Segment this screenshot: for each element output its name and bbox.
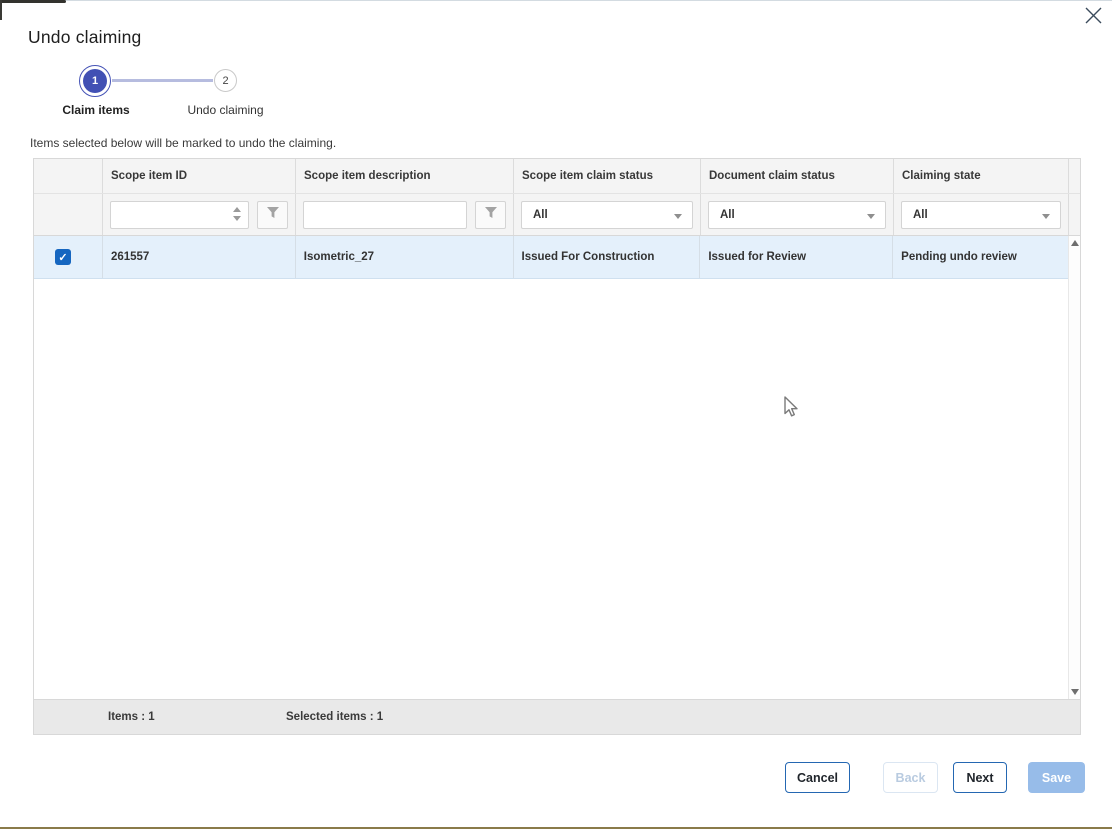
filter-cell-scope-item-claim-status: All: [514, 194, 701, 235]
filter-cell-scope-item-id: [103, 194, 296, 235]
header-claiming-state[interactable]: Claiming state: [894, 159, 1069, 193]
filter-scrollbar-spacer: [1069, 194, 1080, 235]
row-checkbox-cell: ✓: [34, 236, 103, 278]
chevron-down-icon: [867, 213, 875, 219]
dropdown-selected-value: All: [913, 208, 928, 221]
claim-items-table: Scope item ID Scope item description Sco…: [33, 158, 1081, 735]
cancel-button[interactable]: Cancel: [785, 762, 850, 793]
table-body: ✓ 261557 Isometric_27 Issued For Constru…: [34, 236, 1080, 699]
scope-item-description-filter-input[interactable]: [303, 200, 467, 229]
scope-item-description-filter-button[interactable]: [475, 200, 506, 229]
chevron-down-icon: [1042, 213, 1050, 219]
close-icon: [1084, 6, 1103, 28]
filter-icon: [266, 206, 280, 224]
table-footer: Items : 1 Selected items : 1: [34, 699, 1080, 734]
spinner-up-icon[interactable]: [233, 206, 241, 212]
number-spinner[interactable]: [233, 206, 241, 221]
check-icon: ✓: [58, 251, 68, 264]
filter-cell-scope-item-description: [296, 194, 514, 235]
spinner-down-icon[interactable]: [233, 215, 241, 221]
step-2-indicator[interactable]: 2: [214, 69, 237, 92]
claiming-state-dropdown[interactable]: All: [901, 200, 1061, 229]
vertical-scrollbar[interactable]: [1068, 236, 1080, 699]
step-1-indicator[interactable]: 1: [79, 65, 111, 97]
dropdown-selected-value: All: [720, 208, 735, 221]
step-connector: [112, 79, 213, 82]
step-1-number: 1: [83, 69, 107, 93]
background-window-edge: [0, 0, 66, 3]
scroll-down-icon[interactable]: [1071, 689, 1079, 695]
back-button[interactable]: Back: [883, 762, 938, 793]
row-checkbox[interactable]: ✓: [55, 249, 71, 265]
header-checkbox-column: [34, 159, 103, 193]
header-scope-item-claim-status[interactable]: Scope item claim status: [514, 159, 701, 193]
header-scope-item-id[interactable]: Scope item ID: [103, 159, 296, 193]
filter-cell-document-claim-status: All: [701, 194, 894, 235]
filter-cell-claiming-state: All: [894, 194, 1069, 235]
cell-scope-item-claim-status: Issued For Construction: [514, 236, 701, 278]
chevron-down-icon: [674, 213, 682, 219]
cell-claiming-state: Pending undo review: [901, 251, 1017, 263]
step-2-label: Undo claiming: [187, 103, 264, 117]
cell-document-claim-status: Issued for Review: [700, 236, 894, 278]
scope-item-id-filter-input[interactable]: [110, 200, 249, 229]
scroll-up-icon[interactable]: [1071, 240, 1079, 246]
items-count: Items : 1: [108, 711, 155, 723]
close-button[interactable]: [1081, 5, 1105, 29]
table-header-row: Scope item ID Scope item description Sco…: [34, 159, 1080, 194]
next-button[interactable]: Next: [953, 762, 1007, 793]
filter-checkbox-column: [34, 194, 103, 235]
step-1-label: Claim items: [62, 103, 130, 117]
window-top-border: [0, 0, 1112, 1]
cell-scope-item-description: Isometric_27: [296, 236, 514, 278]
table-filter-row: All All All: [34, 194, 1080, 236]
dropdown-selected-value: All: [533, 208, 548, 221]
cell-scope-item-id: 261557: [103, 236, 296, 278]
table-row[interactable]: ✓ 261557 Isometric_27 Issued For Constru…: [34, 236, 1068, 279]
undo-claiming-dialog: Undo claiming 1 2 Claim items Undo claim…: [0, 0, 1112, 832]
document-claim-status-dropdown[interactable]: All: [708, 200, 886, 229]
header-scope-item-description[interactable]: Scope item description: [296, 159, 514, 193]
page-title: Undo claiming: [28, 27, 142, 47]
selected-items-count: Selected items : 1: [286, 711, 384, 723]
save-button[interactable]: Save: [1028, 762, 1085, 793]
background-window-edge-left: [0, 0, 2, 20]
scope-item-claim-status-dropdown[interactable]: All: [521, 200, 693, 229]
header-scrollbar-spacer: [1069, 159, 1080, 193]
filter-icon: [484, 206, 498, 224]
header-document-claim-status[interactable]: Document claim status: [701, 159, 894, 193]
instruction-text: Items selected below will be marked to u…: [30, 136, 337, 150]
window-bottom-border: [0, 827, 1112, 829]
scope-item-id-filter-button[interactable]: [257, 200, 288, 229]
